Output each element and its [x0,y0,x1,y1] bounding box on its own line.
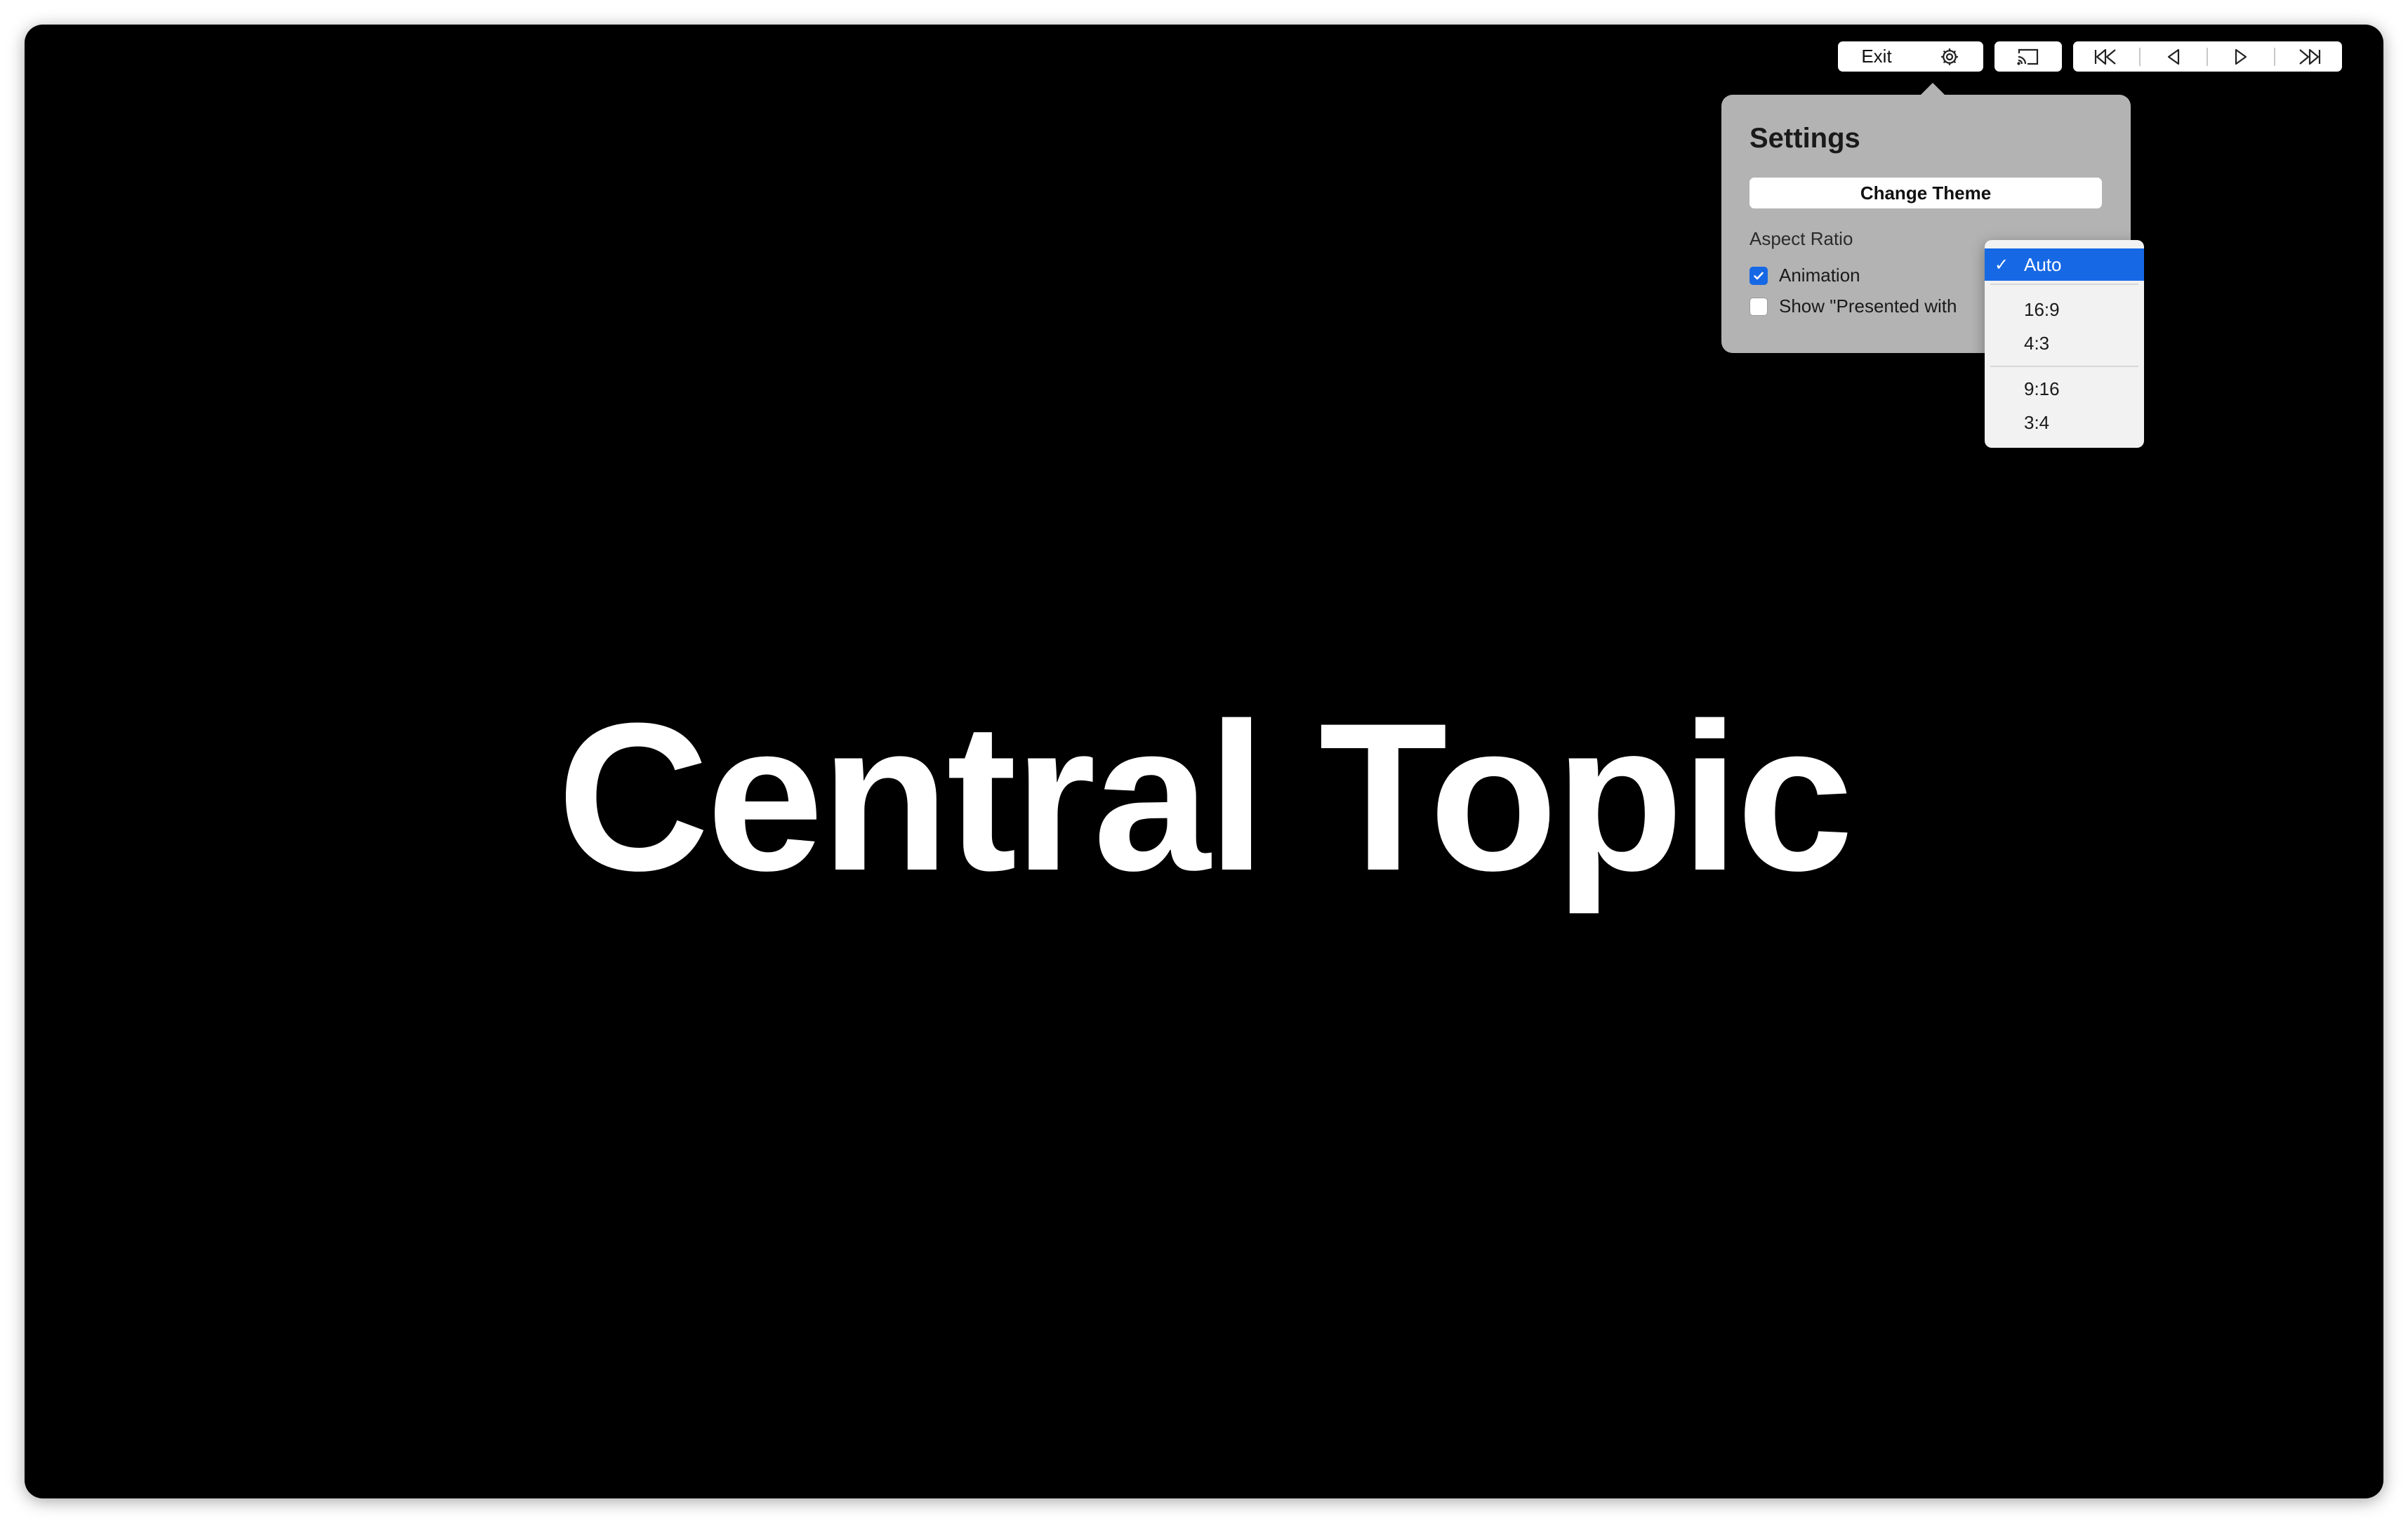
gear-icon [1939,46,1960,67]
screen-share-icon [2016,48,2040,66]
presented-with-checkbox[interactable] [1749,297,1768,316]
aspect-option-auto[interactable]: ✓ Auto [1985,248,2144,281]
exit-button[interactable]: Exit [1838,41,1915,72]
aspect-ratio-menu[interactable]: ✓ Auto 16:9 4:3 9:16 3:4 [1985,240,2144,448]
settings-button[interactable] [1915,41,1983,72]
screen-share-button[interactable] [1994,41,2062,72]
menu-separator [1990,284,2138,285]
last-slide-icon [2296,48,2322,66]
aspect-option-9-16[interactable]: 9:16 [1985,373,2144,405]
last-slide-button[interactable] [2275,41,2342,72]
first-slide-button[interactable] [2073,41,2139,72]
slide-title: Central Topic [557,679,1854,915]
settings-popover-arrow [1920,83,1945,95]
animation-option[interactable]: Animation [1749,265,1860,286]
aspect-option-4-3[interactable]: 4:3 [1985,327,2144,359]
slide-navigation-group [2073,41,2342,72]
next-slide-icon [2232,48,2250,66]
previous-slide-icon [2164,48,2183,66]
aspect-option-16-9[interactable]: 16:9 [1985,293,2144,326]
change-theme-button[interactable]: Change Theme [1749,178,2102,208]
presented-with-label: Show "Presented with [1779,295,1957,317]
previous-slide-button[interactable] [2141,41,2207,72]
menu-separator [1990,366,2138,367]
checkmark-icon: ✓ [1994,255,2009,274]
exit-settings-group: Exit [1838,41,1983,72]
first-slide-icon [2093,48,2119,66]
presented-with-option[interactable]: Show "Presented with [1749,294,1967,322]
exit-button-label: Exit [1861,46,1892,67]
animation-label: Animation [1779,265,1860,286]
screen-share-group [1994,41,2062,72]
animation-checkbox[interactable] [1749,266,1768,285]
aspect-ratio-label: Aspect Ratio [1749,228,1853,249]
change-theme-label: Change Theme [1860,182,1992,204]
next-slide-button[interactable] [2208,41,2274,72]
aspect-option-3-4[interactable]: 3:4 [1985,406,2144,439]
settings-title: Settings [1749,123,1860,154]
